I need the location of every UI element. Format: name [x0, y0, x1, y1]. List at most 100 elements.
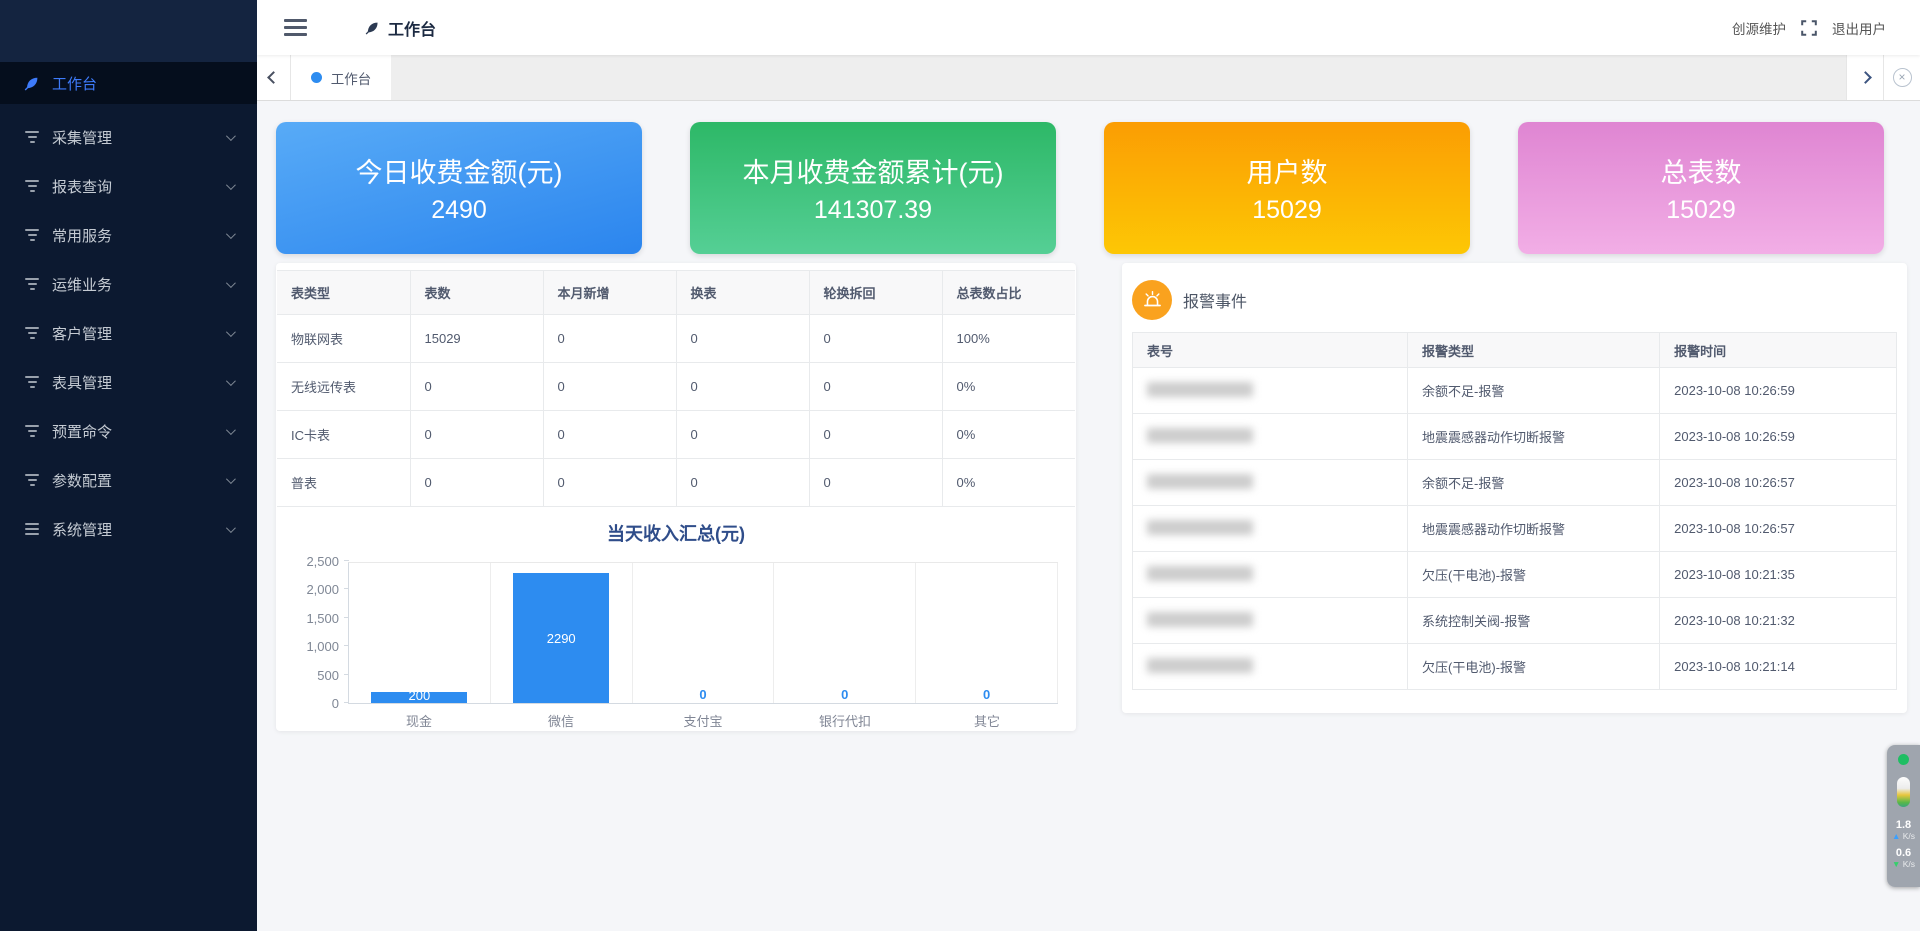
sidebar-item-label: 客户管理	[52, 323, 112, 344]
column-header: 轮换拆回	[809, 271, 942, 315]
top-header: 工作台 创源维护 退出用户	[257, 0, 1920, 55]
chevron-down-icon	[226, 180, 236, 190]
bar-value-label: 200	[349, 688, 490, 703]
close-tabs-button[interactable]: ×	[1883, 55, 1920, 100]
table-row: 地震震感器动作切断报警2023-10-08 10:26:57	[1133, 506, 1897, 552]
tab-bar: 工作台 ×	[257, 55, 1920, 101]
filter-icon	[24, 278, 40, 290]
cell: 0	[410, 411, 543, 459]
stat-card-title: 总表数	[1518, 151, 1884, 190]
table-row: 欠压(干电池)-报警2023-10-08 10:21:14	[1133, 644, 1897, 690]
main-content: 今日收费金额(元) 2490 本月收费金额累计(元) 141307.39 用户数…	[257, 102, 1920, 931]
collapse-menu-icon[interactable]	[284, 19, 307, 36]
stat-card-month-revenue[interactable]: 本月收费金额累计(元) 141307.39	[690, 122, 1056, 254]
alarm-panel-title: 报警事件	[1183, 288, 1247, 312]
x-axis-category-label: 银行代扣	[774, 711, 916, 730]
stat-card-title: 今日收费金额(元)	[276, 151, 642, 190]
stat-card-today-revenue[interactable]: 今日收费金额(元) 2490	[276, 122, 642, 254]
sidebar-item-label: 表具管理	[52, 372, 112, 393]
maintainer-link[interactable]: 创源维护	[1732, 18, 1786, 38]
table-row: 系统控制关阀-报警2023-10-08 10:21:32	[1133, 598, 1897, 644]
sidebar-item-services[interactable]: 常用服务	[0, 215, 257, 255]
stat-card-value: 15029	[1518, 196, 1884, 225]
chart-column: 200	[349, 563, 491, 703]
cell: 0	[809, 363, 942, 411]
tabs-scroll-right-button[interactable]	[1846, 55, 1883, 100]
arrow-down-icon: ▼	[1892, 859, 1900, 869]
cell: 无线远传表	[277, 363, 410, 411]
blurred-meter-number	[1147, 658, 1253, 673]
cell: 0	[676, 459, 809, 507]
fullscreen-icon[interactable]	[1801, 20, 1817, 36]
logout-button[interactable]: 退出用户	[1832, 18, 1886, 38]
alarm-type: 系统控制关阀-报警	[1408, 598, 1660, 644]
blurred-meter-number	[1147, 474, 1253, 489]
column-header: 表数	[410, 271, 543, 315]
x-axis-category-label: 支付宝	[632, 711, 774, 730]
alarm-time: 2023-10-08 10:21:14	[1660, 644, 1897, 690]
alarm-time: 2023-10-08 10:26:59	[1660, 414, 1897, 460]
sidebar-item-collection[interactable]: 采集管理	[0, 117, 257, 157]
alarm-type: 地震震感器动作切断报警	[1408, 506, 1660, 552]
filter-icon	[24, 131, 40, 143]
sidebar-item-meters[interactable]: 表具管理	[0, 362, 257, 402]
sidebar-item-label: 工作台	[52, 73, 97, 94]
network-monitor-widget[interactable]: 1.8 ▲ K/s 0.6 ▼ K/s	[1887, 745, 1920, 887]
sidebar: 工作台 采集管理 报表查询 常用服务 运维业务 客户管理	[0, 0, 257, 931]
meter-type-table: 表类型 表数 本月新增 换表 轮换拆回 总表数占比 物联网表1502900010…	[277, 270, 1075, 507]
leaf-icon	[24, 75, 40, 91]
sidebar-item-reports[interactable]: 报表查询	[0, 166, 257, 206]
tab-workbench[interactable]: 工作台	[291, 55, 391, 100]
cell: 0	[676, 363, 809, 411]
cell: 0	[809, 459, 942, 507]
tab-bar-filler	[391, 55, 1846, 100]
table-row: 地震震感器动作切断报警2023-10-08 10:26:59	[1133, 414, 1897, 460]
y-axis-tick-mark	[344, 560, 349, 561]
chevron-down-icon	[226, 327, 236, 337]
sidebar-item-label: 常用服务	[52, 225, 112, 246]
status-dot-icon	[1898, 754, 1909, 765]
bar-value-label: 2290	[491, 631, 632, 646]
cell: 普表	[277, 459, 410, 507]
stat-card-meter-count[interactable]: 总表数 15029	[1518, 122, 1884, 254]
chart-x-axis-labels: 现金微信支付宝银行代扣其它	[348, 711, 1058, 730]
x-axis-category-label: 微信	[490, 711, 632, 730]
sidebar-item-customers[interactable]: 客户管理	[0, 313, 257, 353]
cell: IC卡表	[277, 411, 410, 459]
sidebar-item-label: 采集管理	[52, 127, 112, 148]
sidebar-item-parameters[interactable]: 参数配置	[0, 460, 257, 500]
table-row: IC卡表00000%	[277, 411, 1075, 459]
download-speed: 0.6	[1896, 847, 1911, 859]
filter-icon	[24, 327, 40, 339]
chevron-down-icon	[226, 474, 236, 484]
sidebar-item-preset-commands[interactable]: 预置命令	[0, 411, 257, 451]
sidebar-item-workbench[interactable]: 工作台	[0, 62, 257, 104]
y-axis-tick-label: 1,500	[285, 611, 339, 626]
chevron-down-icon	[226, 278, 236, 288]
x-axis-category-label: 现金	[348, 711, 490, 730]
column-header: 表号	[1133, 333, 1408, 368]
y-axis-tick-label: 1,000	[285, 639, 339, 654]
upload-unit: ▲ K/s	[1892, 831, 1915, 842]
tab-label: 工作台	[331, 68, 372, 88]
stat-card-user-count[interactable]: 用户数 15029	[1104, 122, 1470, 254]
chart-column: 0	[916, 563, 1058, 703]
alarm-events-table: 表号 报警类型 报警时间 余额不足-报警2023-10-08 10:26:59 …	[1132, 332, 1897, 690]
sidebar-item-operations[interactable]: 运维业务	[0, 264, 257, 304]
x-axis-category-label: 其它	[916, 711, 1058, 730]
cell: 0	[410, 363, 543, 411]
cell: 0%	[942, 459, 1075, 507]
cell: 15029	[410, 315, 543, 363]
sidebar-item-system[interactable]: 系统管理	[0, 509, 257, 549]
alarm-time: 2023-10-08 10:26:57	[1660, 506, 1897, 552]
blurred-meter-number	[1147, 382, 1253, 397]
blurred-meter-number	[1147, 520, 1253, 535]
stat-card-value: 141307.39	[690, 196, 1056, 225]
tabs-scroll-left-button[interactable]	[257, 55, 291, 100]
stat-card-title: 用户数	[1104, 151, 1470, 190]
cell: 0	[676, 315, 809, 363]
active-tab-dot	[311, 72, 322, 83]
sidebar-item-label: 预置命令	[52, 421, 112, 442]
alarm-time: 2023-10-08 10:21:35	[1660, 552, 1897, 598]
arrow-up-icon: ▲	[1892, 831, 1900, 841]
